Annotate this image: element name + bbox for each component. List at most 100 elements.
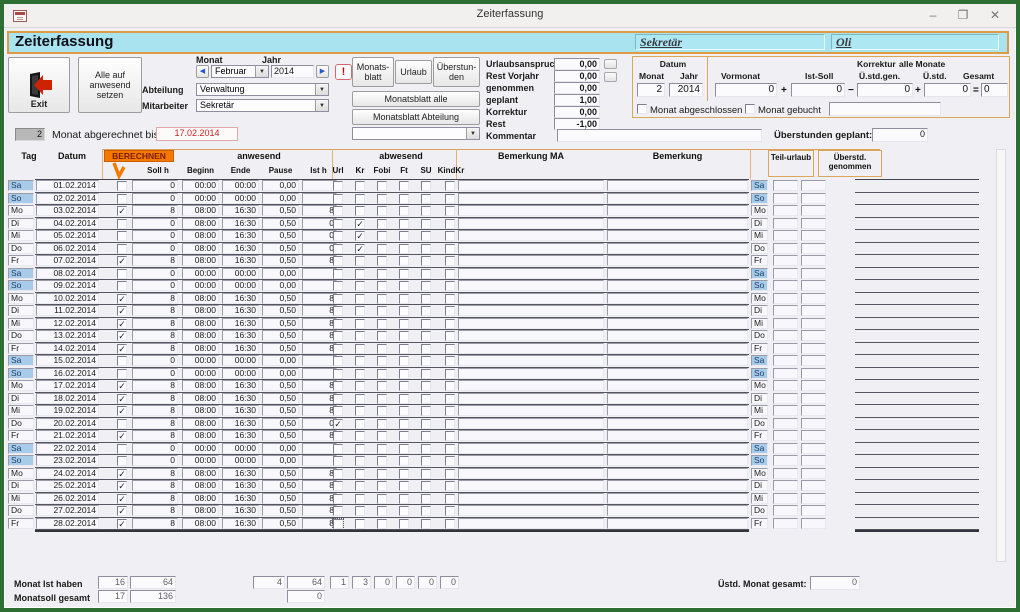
teilurlaub-field[interactable] bbox=[773, 330, 798, 341]
korrektur-field[interactable]: 0,00 bbox=[554, 106, 600, 118]
ueberstd-genommen-field[interactable] bbox=[801, 218, 826, 229]
beginn-field[interactable]: 08:00 bbox=[182, 293, 219, 304]
pause-field[interactable]: 0,50 bbox=[262, 255, 299, 266]
teilurlaub-field[interactable] bbox=[773, 455, 798, 466]
ueberstd-genommen-field[interactable] bbox=[801, 355, 826, 366]
abwesend-checkbox-su[interactable] bbox=[421, 181, 431, 191]
abwesend-checkbox-ft[interactable] bbox=[399, 306, 409, 316]
ist-field[interactable]: 8 bbox=[302, 405, 337, 416]
bemerkung-ma-field[interactable] bbox=[458, 205, 604, 216]
abwesend-checkbox-fobi[interactable] bbox=[377, 194, 387, 204]
ende-field[interactable]: 16:30 bbox=[222, 393, 259, 404]
ueberstd-genommen-field[interactable] bbox=[801, 280, 826, 291]
abwesend-checkbox-kindkr[interactable] bbox=[445, 381, 455, 391]
abwesend-checkbox-url[interactable] bbox=[333, 506, 343, 516]
bemerkung-ma-field[interactable] bbox=[458, 318, 604, 329]
abwesend-checkbox-url[interactable] bbox=[333, 206, 343, 216]
pause-field[interactable]: 0,50 bbox=[262, 318, 299, 329]
bemerkung-field[interactable] bbox=[607, 493, 748, 504]
note-field[interactable] bbox=[855, 518, 979, 529]
ende-field[interactable]: 16:30 bbox=[222, 430, 259, 441]
teilurlaub-field[interactable] bbox=[773, 443, 798, 454]
pause-field[interactable]: 0,50 bbox=[262, 430, 299, 441]
bemerkung-ma-field[interactable] bbox=[458, 430, 604, 441]
abwesend-checkbox-kr[interactable] bbox=[355, 444, 365, 454]
teilurlaub-field[interactable] bbox=[773, 230, 798, 241]
teilurlaub-field[interactable] bbox=[773, 318, 798, 329]
monat-abgeschlossen-checkbox[interactable] bbox=[637, 104, 647, 114]
pause-field[interactable]: 0,50 bbox=[262, 205, 299, 216]
ist-field[interactable]: 0 bbox=[302, 418, 337, 429]
vormonat-field[interactable]: 0 bbox=[715, 83, 777, 97]
abwesend-checkbox-kr[interactable] bbox=[355, 356, 365, 366]
panel-monat-field[interactable]: 2 bbox=[637, 83, 665, 97]
abwesend-checkbox-kindkr[interactable] bbox=[445, 306, 455, 316]
genommen-field[interactable]: 0,00 bbox=[554, 82, 600, 94]
abwesend-checkbox-url[interactable] bbox=[333, 431, 343, 441]
abwesend-checkbox-kr[interactable] bbox=[355, 406, 365, 416]
soll-field[interactable]: 8 bbox=[132, 343, 178, 354]
ist-field[interactable] bbox=[302, 268, 337, 279]
pause-field[interactable]: 0,50 bbox=[262, 293, 299, 304]
mitarbeiter-combo[interactable]: Sekretär ▼ bbox=[196, 99, 329, 112]
ueberstd-genommen-field[interactable] bbox=[801, 230, 826, 241]
ist-field[interactable]: 8 bbox=[302, 480, 337, 491]
abwesend-checkbox-kindkr[interactable] bbox=[445, 269, 455, 279]
ist-field[interactable]: 8 bbox=[302, 380, 337, 391]
ueberstd-genommen-field[interactable] bbox=[801, 393, 826, 404]
abwesend-checkbox-ft[interactable] bbox=[399, 394, 409, 404]
ueberstunden-button[interactable]: Überstun-den bbox=[433, 57, 480, 87]
warning-button[interactable]: ! bbox=[335, 64, 352, 80]
ende-field[interactable]: 00:00 bbox=[222, 368, 259, 379]
abwesend-checkbox-kindkr[interactable] bbox=[445, 406, 455, 416]
geplant-field[interactable]: 1,00 bbox=[554, 94, 600, 106]
abwesend-checkbox-su[interactable] bbox=[421, 481, 431, 491]
abwesend-checkbox-su[interactable] bbox=[421, 406, 431, 416]
calc-checkbox[interactable] bbox=[117, 344, 127, 354]
ende-field[interactable]: 16:30 bbox=[222, 305, 259, 316]
abwesend-checkbox-kindkr[interactable] bbox=[445, 356, 455, 366]
soll-field[interactable]: 8 bbox=[132, 293, 178, 304]
year-field[interactable]: 2014 bbox=[271, 65, 314, 78]
abwesend-checkbox-url[interactable] bbox=[333, 294, 343, 304]
beginn-field[interactable]: 00:00 bbox=[182, 268, 219, 279]
ueberstd-genommen-field[interactable] bbox=[801, 268, 826, 279]
bemerkung-ma-field[interactable] bbox=[458, 355, 604, 366]
chevron-down-icon[interactable]: ▼ bbox=[255, 66, 268, 77]
beginn-field[interactable]: 08:00 bbox=[182, 330, 219, 341]
bemerkung-field[interactable] bbox=[607, 268, 748, 279]
abwesend-checkbox-url[interactable] bbox=[333, 394, 343, 404]
ueberstd-genommen-field[interactable] bbox=[801, 468, 826, 479]
uestd-field[interactable]: 0 bbox=[924, 83, 971, 97]
bemerkung-ma-field[interactable] bbox=[458, 330, 604, 341]
abwesend-checkbox-ft[interactable] bbox=[399, 281, 409, 291]
employee-name-field[interactable]: Oli bbox=[831, 34, 999, 50]
teilurlaub-field[interactable] bbox=[773, 205, 798, 216]
pause-field[interactable]: 0,00 bbox=[262, 280, 299, 291]
beginn-field[interactable]: 00:00 bbox=[182, 280, 219, 291]
soll-field[interactable]: 0 bbox=[132, 280, 178, 291]
abwesend-checkbox-ft[interactable] bbox=[399, 356, 409, 366]
abwesend-checkbox-su[interactable] bbox=[421, 356, 431, 366]
ueberstd-genommen-field[interactable] bbox=[801, 505, 826, 516]
ueberstd-genommen-field[interactable] bbox=[801, 330, 826, 341]
soll-field[interactable]: 0 bbox=[132, 268, 178, 279]
soll-field[interactable]: 8 bbox=[132, 418, 178, 429]
abwesend-checkbox-url[interactable] bbox=[333, 356, 343, 366]
ueberstd-genommen-field[interactable] bbox=[801, 243, 826, 254]
abwesend-checkbox-ft[interactable] bbox=[399, 419, 409, 429]
teilurlaub-field[interactable] bbox=[773, 355, 798, 366]
abwesend-checkbox-url[interactable] bbox=[333, 269, 343, 279]
abwesend-checkbox-su[interactable] bbox=[421, 269, 431, 279]
teilurlaub-field[interactable] bbox=[773, 268, 798, 279]
abwesend-checkbox-ft[interactable] bbox=[399, 469, 409, 479]
ueberstunden-geplant-field[interactable]: 0 bbox=[872, 128, 928, 142]
abwesend-checkbox-kindkr[interactable] bbox=[445, 294, 455, 304]
chevron-down-icon[interactable]: ▼ bbox=[466, 128, 479, 139]
abwesend-checkbox-ft[interactable] bbox=[399, 244, 409, 254]
abwesend-checkbox-kr[interactable] bbox=[355, 306, 365, 316]
ist-field[interactable]: 8 bbox=[302, 318, 337, 329]
abwesend-checkbox-kr[interactable] bbox=[355, 181, 365, 191]
abwesend-checkbox-url[interactable] bbox=[333, 381, 343, 391]
abwesend-checkbox-fobi[interactable] bbox=[377, 219, 387, 229]
